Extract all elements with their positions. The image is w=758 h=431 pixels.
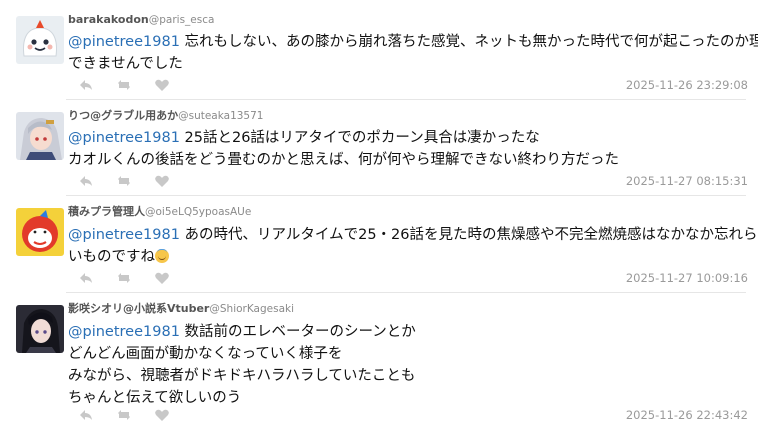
reply-text: @pinetree1981 25話と26話はリアタイでのポカーン具合は凄かったな…	[68, 127, 748, 171]
action-bar	[78, 173, 170, 189]
reply-icon[interactable]	[78, 407, 94, 423]
red-mascot-avatar	[16, 208, 64, 256]
reply-text-line: ちゃんと伝えて欲しいのう	[68, 390, 242, 406]
timestamp[interactable]: 2025-11-27 08:15:31	[626, 174, 748, 188]
reply-text-line: 25話と26話はリアタイでのポカーン具合は凄かったな	[184, 130, 540, 146]
reply-text-line: みながら、視聴者がドキドキハラハラしていたことも	[68, 368, 416, 384]
reply-header: barakakodon@paris_esca	[68, 13, 214, 27]
mention-link[interactable]: @pinetree1981	[68, 324, 180, 340]
reply-text-line: カオルくんの後話をどう畳むのかと思えば、何が何やら理解できない終わり方だった	[68, 152, 619, 168]
retweet-icon[interactable]	[116, 270, 132, 286]
white-blob-face-avatar	[16, 16, 64, 64]
heart-icon[interactable]	[154, 407, 170, 423]
author-handle[interactable]: @suteaka13571	[178, 110, 263, 122]
avatar[interactable]	[16, 208, 64, 256]
author-name[interactable]: りつ@グラブル用あか	[68, 109, 178, 122]
heart-icon[interactable]	[154, 173, 170, 189]
reply-icon[interactable]	[78, 77, 94, 93]
author-name[interactable]: 積みプラ管理人	[68, 205, 145, 218]
reply-icon[interactable]	[78, 173, 94, 189]
avatar[interactable]	[16, 305, 64, 353]
timestamp[interactable]: 2025-11-27 10:09:16	[626, 271, 748, 285]
dark-hair-girl-avatar	[16, 305, 64, 353]
reply-text-line: できませんでした	[68, 56, 183, 72]
retweet-icon[interactable]	[116, 77, 132, 93]
author-handle[interactable]: @paris_esca	[149, 14, 215, 26]
author-handle[interactable]: @ShiorKagesaki	[209, 303, 294, 315]
reply-header: 影咲シオリ@小説系Vtuber@ShiorKagesaki	[68, 302, 294, 316]
author-name[interactable]: barakakodon	[68, 13, 149, 26]
divider	[66, 292, 746, 293]
heart-icon[interactable]	[154, 77, 170, 93]
avatar[interactable]	[16, 16, 64, 64]
author-name[interactable]: 影咲シオリ@小説系Vtuber	[68, 302, 209, 315]
avatar[interactable]	[16, 112, 64, 160]
reply-feed: barakakodon@paris_esca @pinetree1981 忘れも…	[0, 0, 758, 431]
heart-icon[interactable]	[154, 270, 170, 286]
reply-text-line: 数話前のエレベーターのシーンとか	[184, 324, 416, 340]
mention-link[interactable]: @pinetree1981	[68, 130, 180, 146]
action-bar	[78, 270, 170, 286]
mention-link[interactable]: @pinetree1981	[68, 227, 180, 243]
reply-text-line: いものですね	[68, 249, 155, 265]
sweat-smile-emoji-icon	[155, 249, 169, 263]
author-handle[interactable]: @oi5eLQ5ypoasAUe	[145, 206, 251, 218]
reply-text-line: 忘れもしない、あの膝から崩れ落ちた感覚、ネットも無かった時代で何が起こったのか理…	[184, 34, 758, 50]
retweet-icon[interactable]	[116, 173, 132, 189]
reply-text: @pinetree1981 あの時代、リアルタイムで25・26話を見た時の焦燥感…	[68, 224, 758, 268]
reply-text-line: あの時代、リアルタイムで25・26話を見た時の焦燥感や不完全燃焼感はなかなか忘れ…	[184, 227, 758, 243]
divider	[66, 195, 746, 196]
reply-text: @pinetree1981 数話前のエレベーターのシーンとか どんどん画面が動か…	[68, 321, 748, 409]
reply-text-line: どんどん画面が動かなくなっていく様子を	[68, 346, 343, 362]
anime-girl-silver-hair-avatar	[16, 112, 64, 160]
reply-text: @pinetree1981 忘れもしない、あの膝から崩れ落ちた感覚、ネットも無か…	[68, 31, 758, 75]
timestamp[interactable]: 2025-11-26 23:29:08	[626, 78, 748, 92]
action-bar	[78, 407, 170, 423]
divider	[66, 99, 746, 100]
reply-header: りつ@グラブル用あか@suteaka13571	[68, 109, 263, 123]
retweet-icon[interactable]	[116, 407, 132, 423]
action-bar	[78, 77, 170, 93]
timestamp[interactable]: 2025-11-26 22:43:42	[626, 408, 748, 422]
mention-link[interactable]: @pinetree1981	[68, 34, 180, 50]
reply-header: 積みプラ管理人@oi5eLQ5ypoasAUe	[68, 205, 251, 219]
reply-icon[interactable]	[78, 270, 94, 286]
